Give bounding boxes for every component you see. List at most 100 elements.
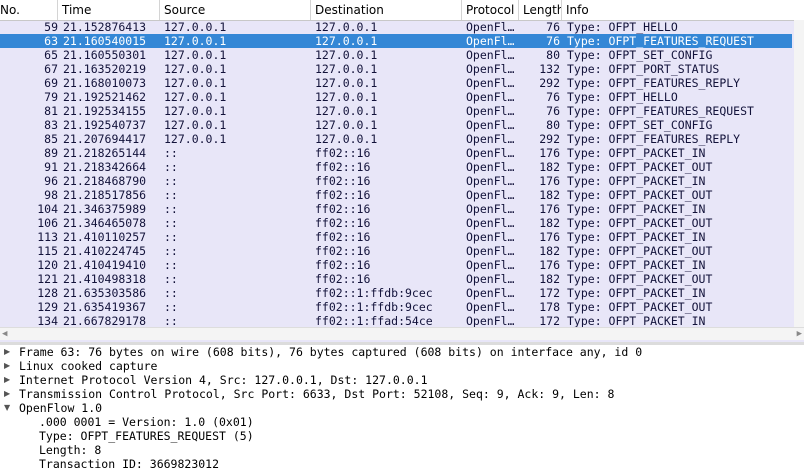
- packet-no: 106: [37, 216, 58, 230]
- packet-row[interactable]: 128 21.635303586:: ff02::1:ffdb:9cec OpenFl…: [0, 286, 792, 300]
- detail-text: Transaction ID: 3669823012: [39, 457, 220, 471]
- detail-tree-item[interactable]: ▶ Internet Protocol Version 4, Src: 127.0…: [0, 373, 804, 387]
- column-header-no[interactable]: No.: [0, 0, 58, 20]
- packet-protocol: OpenFl…: [466, 20, 515, 34]
- packet-protocol: OpenFl…: [466, 300, 515, 314]
- detail-field[interactable]: Type: OFPT_FEATURES_REQUEST (5): [0, 429, 804, 443]
- detail-text: Transmission Control Protocol, Src Port:…: [19, 387, 615, 401]
- packet-info: Type: OFPT_PACKET_OUT: [567, 216, 713, 230]
- column-header-destination[interactable]: Destination: [311, 0, 462, 20]
- packet-length: 80: [546, 118, 560, 132]
- collapsed-arrow-icon[interactable]: ▶: [4, 359, 14, 373]
- packet-destination: ff02::16: [315, 216, 371, 230]
- packet-no: 113: [37, 230, 58, 244]
- packet-list-vertical-scrollbar[interactable]: [794, 20, 804, 327]
- packet-source: ::: [164, 216, 178, 230]
- packet-row[interactable]: 67 21.163520219 127.0.0.1 127.0.0.1 OpenFl… 1…: [0, 62, 792, 76]
- packet-info: Type: OFPT_PACKET_OUT: [567, 160, 713, 174]
- packet-protocol: OpenFl…: [466, 230, 515, 244]
- packet-destination: 127.0.0.1: [315, 132, 378, 146]
- detail-text: Linux cooked capture: [19, 359, 158, 373]
- packet-destination: 127.0.0.1: [315, 104, 378, 118]
- packet-row[interactable]: 81 21.192534155 127.0.0.1 127.0.0.1 OpenFl… 7…: [0, 104, 792, 118]
- detail-field[interactable]: Length: 8: [0, 443, 804, 457]
- packet-row[interactable]: 89 21.218265144:: ff02::16 OpenFl… 176 Type: …: [0, 146, 792, 160]
- packet-destination: 127.0.0.1: [315, 62, 378, 76]
- packet-row[interactable]: 85 21.207694417 127.0.0.1 127.0.0.1 OpenFl… 2…: [0, 132, 792, 146]
- detail-field[interactable]: Transaction ID: 3669823012: [0, 457, 804, 471]
- packet-length: 172: [539, 286, 560, 300]
- packet-time: 21.192534155: [63, 104, 147, 118]
- detail-field[interactable]: .000 0001 = Version: 1.0 (0x01): [0, 415, 804, 429]
- packet-row[interactable]: 63 21.160540015 127.0.0.1 127.0.0.1 OpenFl… 7…: [0, 34, 792, 48]
- packet-length: 182: [539, 244, 560, 258]
- collapsed-arrow-icon[interactable]: ▶: [4, 373, 14, 387]
- collapsed-arrow-icon[interactable]: ▶: [4, 387, 14, 401]
- packet-protocol: OpenFl…: [466, 62, 515, 76]
- packet-row[interactable]: 59 21.152876413 127.0.0.1 127.0.0.1 OpenFl… 7…: [0, 20, 792, 34]
- packet-no: 85: [44, 132, 58, 146]
- packet-row[interactable]: 98 21.218517856:: ff02::16 OpenFl… 182 Type: …: [0, 188, 792, 202]
- packet-no: 98: [44, 188, 58, 202]
- packet-length: 178: [539, 300, 560, 314]
- packet-protocol: OpenFl…: [466, 188, 515, 202]
- packet-info: Type: OFPT_PACKET_IN: [567, 202, 706, 216]
- packet-protocol: OpenFl…: [466, 202, 515, 216]
- packet-row[interactable]: 104 21.346375989:: ff02::16 OpenFl… 176 Type:…: [0, 202, 792, 216]
- packet-protocol: OpenFl…: [466, 286, 515, 300]
- detail-tree-item[interactable]: ▶ Linux cooked capture: [0, 359, 804, 373]
- packet-info: Type: OFPT_FEATURES_REQUEST: [567, 104, 754, 118]
- packet-list-horizontal-scrollbar[interactable]: ◀ ▶: [0, 327, 804, 340]
- detail-text: Internet Protocol Version 4, Src: 127.0.…: [19, 373, 428, 387]
- packet-source: ::: [164, 202, 178, 216]
- packet-destination: 127.0.0.1: [315, 118, 378, 132]
- packet-row[interactable]: 65 21.160550301 127.0.0.1 127.0.0.1 OpenFl… 8…: [0, 48, 792, 62]
- column-header-source[interactable]: Source: [160, 0, 311, 20]
- packet-no: 89: [44, 146, 58, 160]
- column-header-protocol[interactable]: Protocol: [462, 0, 519, 20]
- packet-time: 21.192521462: [63, 90, 147, 104]
- packet-row[interactable]: 113 21.410110257:: ff02::16 OpenFl… 176 Type:…: [0, 230, 792, 244]
- packet-source: 127.0.0.1: [164, 48, 227, 62]
- packet-destination: ff02::1:ffad:54ce: [315, 314, 433, 328]
- packet-row[interactable]: 129 21.635419367:: ff02::1:ffdb:9cec OpenFl…: [0, 300, 792, 314]
- packet-protocol: OpenFl…: [466, 314, 515, 328]
- collapsed-arrow-icon[interactable]: ▶: [4, 345, 14, 359]
- packet-protocol: OpenFl…: [466, 104, 515, 118]
- detail-tree-item[interactable]: ▶ Frame 63: 76 bytes on wire (608 bits), …: [0, 345, 804, 359]
- packet-row[interactable]: 69 21.168010073 127.0.0.1 127.0.0.1 OpenFl… 2…: [0, 76, 792, 90]
- packet-row[interactable]: 96 21.218468790:: ff02::16 OpenFl… 176 Type: …: [0, 174, 792, 188]
- packet-info: Type: OFPT_SET_CONFIG: [567, 48, 713, 62]
- column-header-time[interactable]: Time: [58, 0, 160, 20]
- packet-time: 21.218468790: [63, 174, 147, 188]
- packet-length: 176: [539, 230, 560, 244]
- packet-row[interactable]: 79 21.192521462 127.0.0.1 127.0.0.1 OpenFl… 7…: [0, 90, 792, 104]
- packet-list-pane: No. Time Source Destination Protocol Len…: [0, 0, 804, 343]
- packet-time: 21.163520219: [63, 62, 147, 76]
- packet-details-pane: ▶ Frame 63: 76 bytes on wire (608 bits), …: [0, 345, 804, 473]
- packet-row[interactable]: 120 21.410419410:: ff02::16 OpenFl… 176 Type:…: [0, 258, 792, 272]
- scroll-right-icon[interactable]: ▶: [797, 329, 802, 339]
- scroll-left-icon[interactable]: ◀: [2, 329, 7, 339]
- detail-tree-item[interactable]: ▶ Transmission Control Protocol, Src Port…: [0, 387, 804, 401]
- packet-row[interactable]: 115 21.410224745:: ff02::16 OpenFl… 182 Type:…: [0, 244, 792, 258]
- detail-tree-item[interactable]: ▼ OpenFlow 1.0: [0, 401, 804, 415]
- packet-row[interactable]: 91 21.218342664:: ff02::16 OpenFl… 182 Type: …: [0, 160, 792, 174]
- packet-row[interactable]: 121 21.410498318:: ff02::16 OpenFl… 182 Type:…: [0, 272, 792, 286]
- packet-no: 65: [44, 48, 58, 62]
- packet-info: Type: OFPT_FEATURES_REPLY: [567, 76, 741, 90]
- packet-row[interactable]: 106 21.346465078:: ff02::16 OpenFl… 182 Type:…: [0, 216, 792, 230]
- packet-row[interactable]: 134 21.667829178:: ff02::1:ffad:54ce OpenFl…: [0, 314, 792, 328]
- packet-time: 21.168010073: [63, 76, 147, 90]
- packet-row[interactable]: 83 21.192540737 127.0.0.1 127.0.0.1 OpenFl… 8…: [0, 118, 792, 132]
- packet-destination: 127.0.0.1: [315, 20, 378, 34]
- expanded-arrow-icon[interactable]: ▼: [4, 401, 14, 415]
- detail-text: OpenFlow 1.0: [19, 401, 103, 415]
- column-header-length[interactable]: Length: [519, 0, 562, 20]
- packet-destination: ff02::16: [315, 244, 371, 258]
- packet-destination: ff02::1:ffdb:9cec: [315, 286, 433, 300]
- packet-no: 63: [44, 34, 58, 48]
- packet-protocol: OpenFl…: [466, 146, 515, 160]
- packet-info: Type: OFPT_PACKET_IN: [567, 230, 706, 244]
- column-header-info[interactable]: Info: [562, 0, 804, 20]
